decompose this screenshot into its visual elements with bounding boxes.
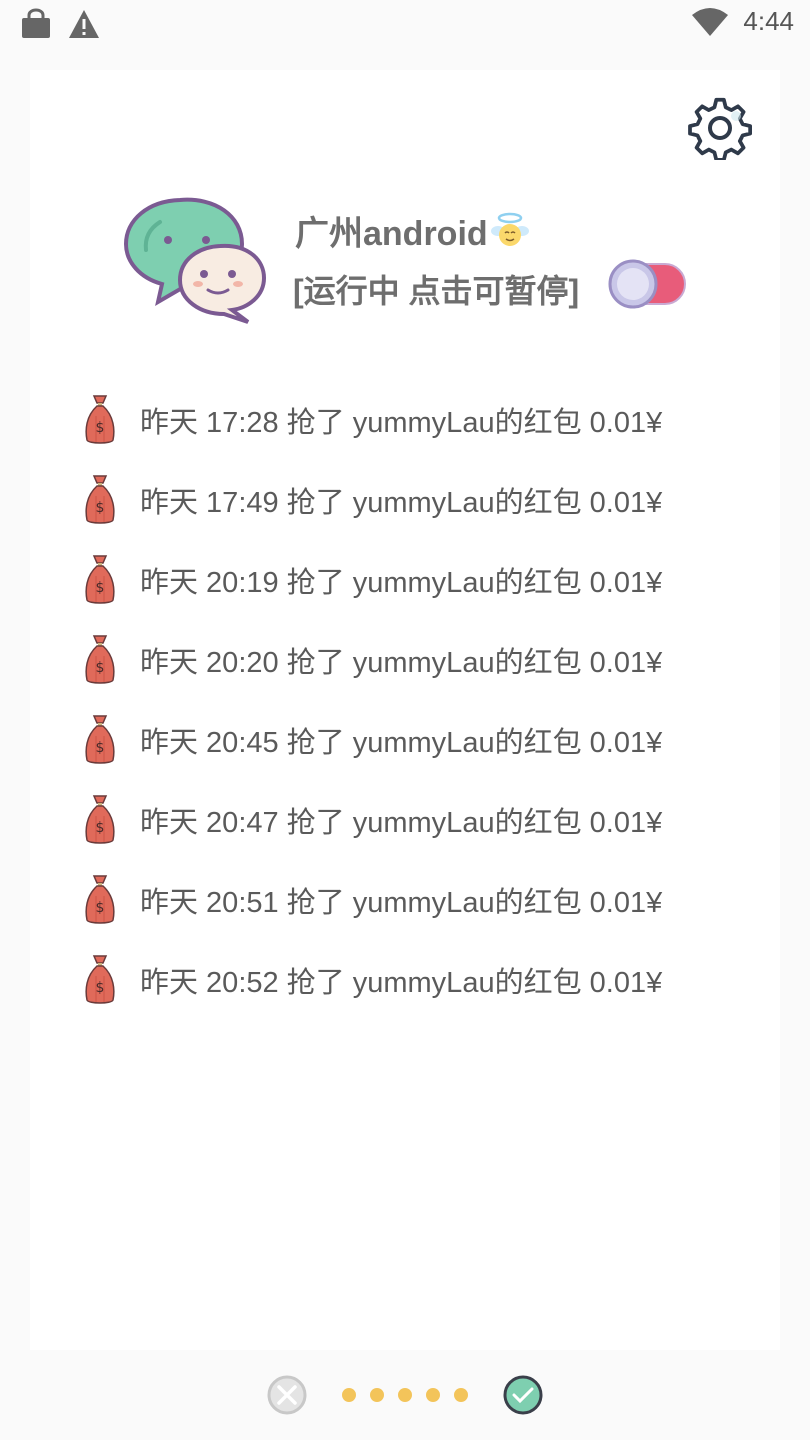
svg-text:$: $: [96, 420, 105, 436]
svg-text:$: $: [96, 900, 105, 916]
svg-text:$: $: [96, 820, 105, 836]
svg-text:$: $: [96, 500, 105, 516]
log-item: $ 昨天 20:20 抢了 yummyLau的红包 0.01¥: [84, 620, 744, 700]
money-bag-icon: $: [85, 955, 115, 1004]
status-clock: 4:44: [743, 6, 794, 36]
log-item-text: 昨天 20:45 抢了 yummyLau的红包 0.01¥: [140, 727, 663, 759]
svg-text:$: $: [96, 580, 105, 596]
log-item: $ 昨天 20:47 抢了 yummyLau的红包 0.01¥: [84, 780, 744, 860]
log-item-text: 昨天 17:49 抢了 yummyLau的红包 0.01¥: [140, 487, 663, 519]
app-title: 广州android: [295, 206, 530, 255]
money-bag-icon: $: [85, 795, 115, 844]
log-item-text: 昨天 20:20 抢了 yummyLau的红包 0.01¥: [140, 647, 663, 679]
check-circle-icon[interactable]: [502, 1374, 544, 1416]
chat-bubbles-logo: [123, 197, 267, 324]
close-circle-icon[interactable]: [266, 1374, 308, 1416]
log-item: $ 昨天 17:49 抢了 yummyLau的红包 0.01¥: [84, 460, 744, 540]
log-item-text: 昨天 17:28 抢了 yummyLau的红包 0.01¥: [140, 407, 663, 439]
log-item: $ 昨天 20:51 抢了 yummyLau的红包 0.01¥: [84, 860, 744, 940]
page-dot: [342, 1388, 356, 1402]
log-item: $ 昨天 17:28 抢了 yummyLau的红包 0.01¥: [84, 380, 744, 460]
log-item: $ 昨天 20:19 抢了 yummyLau的红包 0.01¥: [84, 540, 744, 620]
gear-icon[interactable]: [688, 96, 752, 160]
page-dot: [398, 1388, 412, 1402]
page-dot: [454, 1388, 468, 1402]
money-bag-icon: $: [85, 395, 115, 444]
money-bag-icon: $: [85, 555, 115, 604]
status-bar: 4:44: [0, 0, 810, 50]
redpacket-log-list: $ 昨天 17:28 抢了 yummyLau的红包 0.01¥ $ 昨天 17:49 …: [84, 380, 744, 1020]
svg-text:$: $: [96, 660, 105, 676]
money-bag-icon: $: [85, 715, 115, 764]
wifi-icon: [692, 7, 729, 36]
page-dot: [370, 1388, 384, 1402]
svg-text:$: $: [96, 740, 105, 756]
log-item: $ 昨天 20:45 抢了 yummyLau的红包 0.01¥: [84, 700, 744, 780]
service-status-text[interactable]: [运行中 点击可暂停]: [293, 266, 579, 312]
warning-icon: [69, 10, 99, 38]
log-item-text: 昨天 20:52 抢了 yummyLau的红包 0.01¥: [140, 967, 663, 999]
log-item-text: 昨天 20:19 抢了 yummyLau的红包 0.01¥: [140, 567, 663, 599]
page-dots: [342, 1388, 468, 1402]
shopping-bag-icon: [22, 8, 50, 38]
svg-text:$: $: [96, 980, 105, 996]
log-item-text: 昨天 20:51 抢了 yummyLau的红包 0.01¥: [140, 887, 663, 919]
angel-emoji-icon: [490, 212, 529, 246]
service-toggle[interactable]: [605, 258, 687, 310]
page-dot: [426, 1388, 440, 1402]
money-bag-icon: $: [85, 635, 115, 684]
app-name: 广州android: [295, 215, 488, 253]
bottom-bar: [0, 1370, 810, 1420]
money-bag-icon: $: [85, 475, 115, 524]
log-item: $ 昨天 20:52 抢了 yummyLau的红包 0.01¥: [84, 940, 744, 1020]
money-bag-icon: $: [85, 875, 115, 924]
log-item-text: 昨天 20:47 抢了 yummyLau的红包 0.01¥: [140, 807, 663, 839]
